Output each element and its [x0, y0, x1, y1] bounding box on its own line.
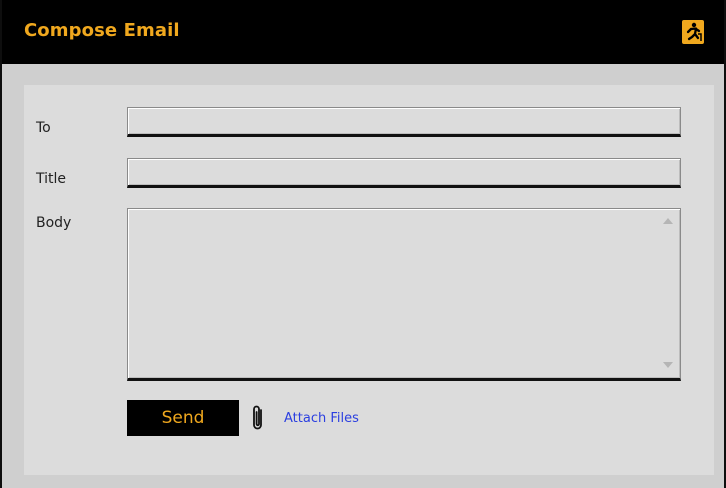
title-label: Title	[36, 171, 67, 187]
window-title: Compose Email	[24, 20, 180, 41]
exit-button[interactable]	[682, 20, 704, 44]
scroll-down-arrow-icon[interactable]	[663, 362, 673, 368]
title-bar: Compose Email	[2, 0, 724, 64]
send-button[interactable]: Send	[127, 400, 239, 436]
body-scrollbar[interactable]	[660, 212, 678, 373]
compose-form-panel: To Title Body Send Attach Files	[24, 85, 714, 475]
to-label: To	[36, 120, 51, 136]
body-label: Body	[36, 215, 72, 231]
title-input[interactable]	[127, 158, 681, 188]
attach-files-link[interactable]: Attach Files	[284, 411, 359, 426]
to-input[interactable]	[127, 107, 681, 137]
scroll-up-arrow-icon[interactable]	[663, 218, 673, 224]
paperclip-icon[interactable]	[250, 403, 266, 433]
compose-email-window: Compose Email To Title Body Send Attach …	[2, 0, 724, 488]
body-textarea[interactable]	[127, 208, 681, 381]
exit-running-man-icon	[686, 22, 702, 41]
